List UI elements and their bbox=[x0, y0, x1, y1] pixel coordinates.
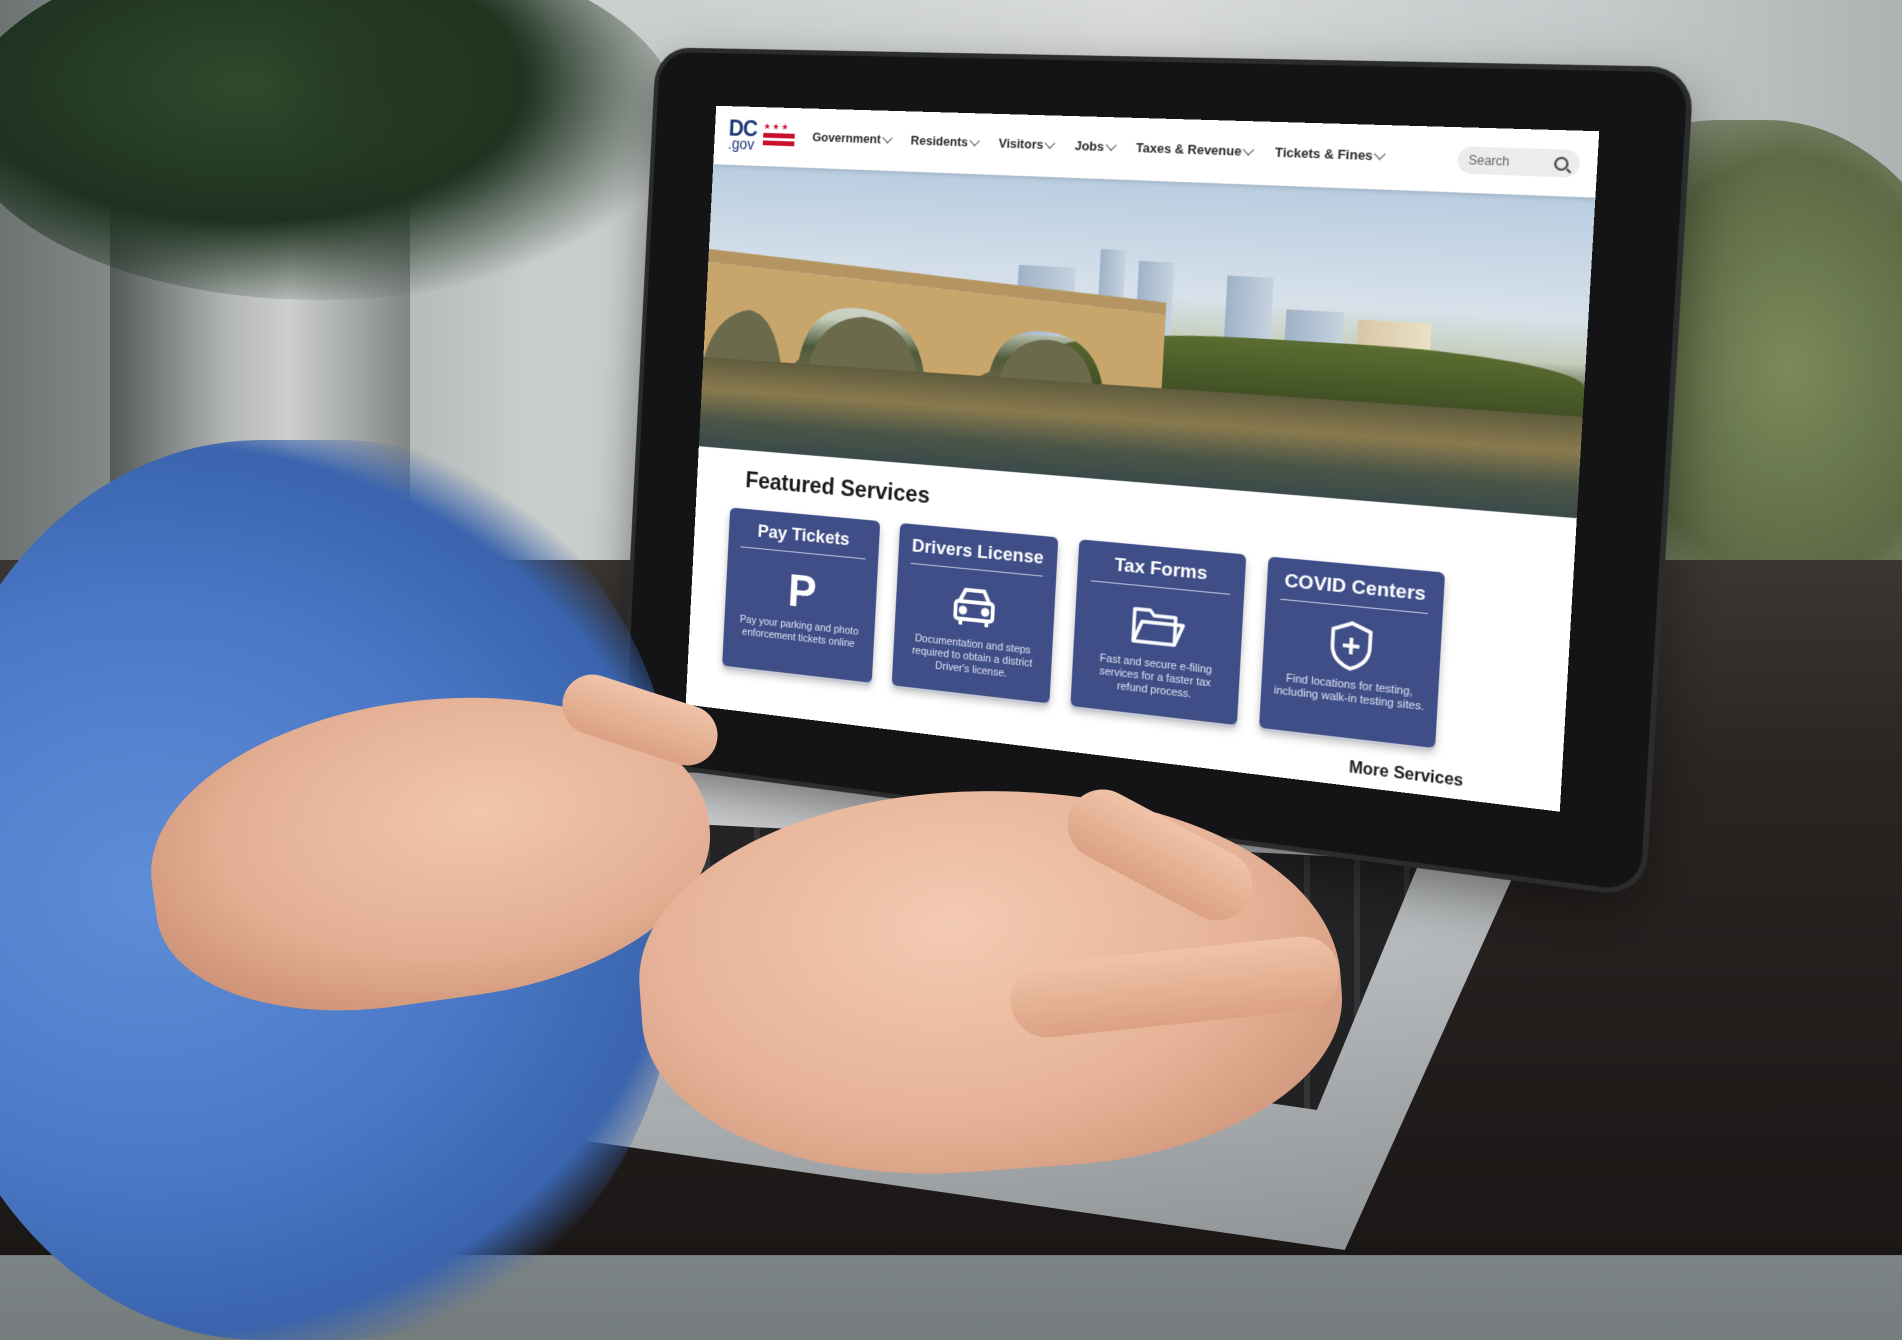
nav-label: Residents bbox=[910, 133, 968, 150]
nav-residents[interactable]: Residents bbox=[910, 133, 978, 150]
search-input[interactable]: Search bbox=[1457, 146, 1580, 178]
flag-bar-top bbox=[763, 133, 795, 139]
chevron-down-icon bbox=[882, 132, 892, 143]
nav-label: Tickets & Fines bbox=[1275, 144, 1374, 163]
card-drivers-license[interactable]: Drivers License Documentation and steps … bbox=[892, 523, 1059, 703]
search-placeholder: Search bbox=[1468, 153, 1510, 169]
nav-label: Taxes & Revenue bbox=[1136, 140, 1242, 159]
flag-stars: ★★★ bbox=[763, 122, 790, 131]
nav-visitors[interactable]: Visitors bbox=[998, 136, 1054, 153]
nav-label: Jobs bbox=[1074, 138, 1104, 154]
main-nav: Government Residents Visitors Jobs Taxes… bbox=[812, 130, 1385, 164]
more-services-link[interactable]: More Services bbox=[1348, 759, 1463, 791]
nav-tickets-fines[interactable]: Tickets & Fines bbox=[1275, 144, 1385, 163]
nav-taxes-revenue[interactable]: Taxes & Revenue bbox=[1136, 140, 1254, 159]
dc-gov-logo[interactable]: DC .gov ★★★ bbox=[727, 116, 799, 158]
laptop-screen: DC .gov ★★★ Government Residents Visitor… bbox=[686, 106, 1600, 812]
chevron-down-icon bbox=[969, 135, 980, 146]
svg-text:P: P bbox=[787, 565, 818, 614]
featured-services-cards: Pay Tickets P Pay your parking and photo… bbox=[722, 507, 1445, 748]
logo-gov-text: .gov bbox=[728, 136, 755, 154]
chevron-down-icon bbox=[1243, 143, 1254, 155]
chevron-down-icon bbox=[1374, 148, 1386, 160]
chevron-down-icon bbox=[1045, 137, 1056, 148]
nav-label: Visitors bbox=[998, 136, 1043, 152]
hero-image bbox=[699, 164, 1596, 518]
nav-jobs[interactable]: Jobs bbox=[1074, 138, 1115, 154]
card-covid-centers[interactable]: COVID Centers Find locations for testing… bbox=[1259, 557, 1445, 749]
dc-flag-icon: ★★★ bbox=[763, 122, 796, 146]
nav-label: Government bbox=[812, 130, 881, 147]
chevron-down-icon bbox=[1105, 139, 1116, 150]
search-icon[interactable] bbox=[1554, 156, 1569, 170]
featured-services-title: Featured Services bbox=[745, 467, 931, 510]
nav-government[interactable]: Government bbox=[812, 130, 891, 147]
flag-bar-bottom bbox=[763, 140, 795, 146]
card-pay-tickets[interactable]: Pay Tickets P Pay your parking and photo… bbox=[722, 507, 880, 682]
card-tax-forms[interactable]: Tax Forms Fast and secure e-filing servi… bbox=[1070, 539, 1246, 725]
